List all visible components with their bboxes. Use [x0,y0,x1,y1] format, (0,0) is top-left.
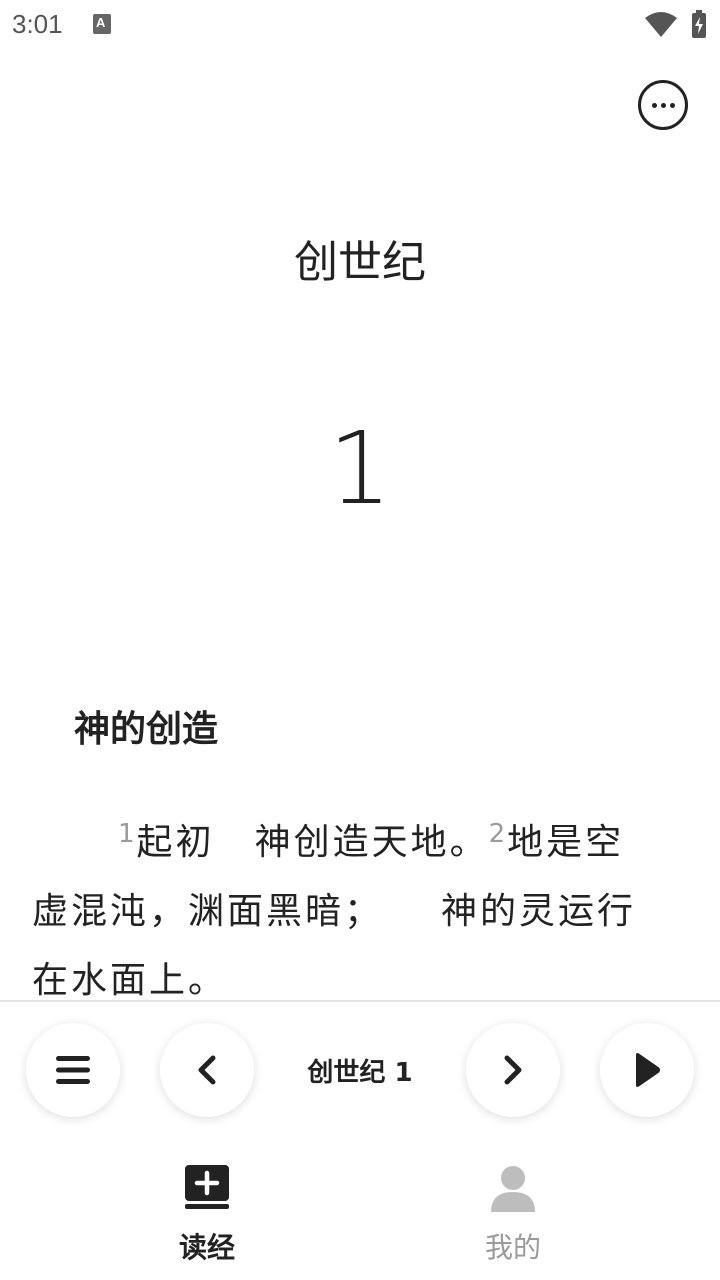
nav-me-label: 我的 [484,1231,541,1264]
chevron-left-icon [198,1055,216,1085]
nav-read-label: 读经 [178,1231,235,1264]
verse-text: 在水面上。 [32,960,228,1001]
more-options-button[interactable] [638,80,688,130]
current-chapter-label[interactable]: 创世纪 1 [260,1052,460,1089]
prev-chapter-button[interactable] [160,1023,254,1117]
nav-read-tab[interactable]: 读经 [147,1160,267,1270]
menu-button[interactable] [26,1023,120,1117]
verse-text: 地是空 [507,822,625,863]
verse-text: 起初 [136,822,215,863]
divider [0,1000,720,1002]
next-chapter-button[interactable] [466,1023,560,1117]
chevron-right-icon [504,1055,522,1085]
menu-icon [56,1056,90,1084]
play-button[interactable] [600,1023,694,1117]
status-time: 3:01 [12,9,63,39]
wifi-icon [645,12,677,37]
verse-number: 2 [488,819,506,849]
book-title: 创世纪 [294,237,426,288]
status-bar: 3:01 A [0,0,720,50]
play-icon [636,1053,660,1087]
scripture-text[interactable]: 1起初 神创造天地。2地是空 虚混沌，渊面黑暗； 神的灵运行 在水面上。 [32,800,692,1015]
nav-me-tab[interactable]: 我的 [453,1160,573,1270]
notification-icon: A [93,14,111,34]
more-horizontal-icon [651,102,657,108]
chapter-number: 1 [328,410,392,527]
section-heading: 神的创造 [74,709,219,750]
battery-icon [692,10,706,38]
person-icon [491,1166,535,1212]
bible-add-icon [185,1165,229,1209]
verse-text: 虚混沌，渊面黑暗； [32,891,384,932]
verse-text: 神的灵运行 [441,891,637,932]
verse-text: 神创造天地。 [254,822,489,863]
verse-number: 1 [118,819,135,849]
